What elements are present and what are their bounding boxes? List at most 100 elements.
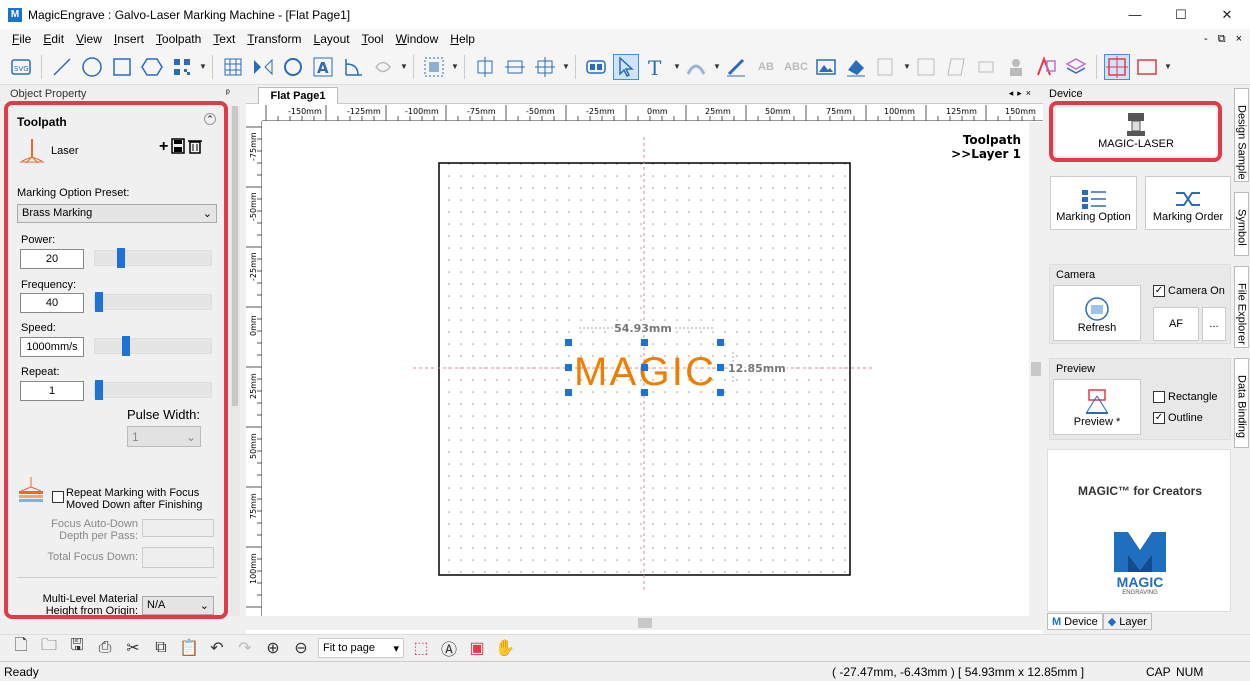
menu-tool[interactable]: Tool [356,32,390,46]
repeat-focus-checkbox[interactable] [52,491,64,503]
power-slider[interactable] [94,248,212,268]
tab-symbol[interactable]: Symbol [1234,192,1249,256]
menu-edit[interactable]: Edit [37,32,70,46]
add-icon[interactable]: + [159,138,168,159]
menu-toolpath[interactable]: Toolpath [150,32,207,46]
pointer-icon[interactable] [613,53,639,80]
vector-icon[interactable] [1033,54,1059,80]
qrcode-icon[interactable] [169,54,195,80]
cut-icon[interactable] [913,54,939,80]
speed-slider[interactable] [94,336,212,356]
pen-icon[interactable] [723,54,749,80]
chevron-down-icon[interactable]: ▼ [673,62,681,71]
window-icon[interactable] [1134,54,1160,80]
repeat-slider[interactable] [94,380,212,400]
layers-icon[interactable] [1063,54,1089,80]
multilevel-select[interactable]: N/A ⌄ [142,596,214,615]
outline-checkbox[interactable]: ✓ [1153,412,1165,424]
preset-select[interactable]: Brass Marking ⌄ [17,204,217,223]
zoom-text-icon[interactable]: Ⓐ [438,636,460,660]
chevron-down-icon[interactable]: ▼ [199,62,207,71]
device-button[interactable]: MAGIC-LASER [1056,108,1216,156]
left-panel-scrollbar[interactable] [230,106,240,616]
menu-transform[interactable]: Transform [241,32,307,46]
abc-icon[interactable]: ABC [783,54,809,80]
menu-file[interactable]: File [6,32,37,46]
menu-text[interactable]: Text [207,32,241,46]
rect-icon[interactable] [109,54,135,80]
paste-icon[interactable]: 📋 [178,638,200,658]
group-icon[interactable] [583,54,609,80]
canvas-vertical-scrollbar[interactable] [1029,122,1043,616]
speed-slider-thumb[interactable] [122,336,130,356]
mdi-minimize-button[interactable]: - [1204,33,1208,45]
frequency-slider[interactable] [94,292,212,312]
menu-help[interactable]: Help [444,32,481,46]
crosshair-icon[interactable] [1104,53,1130,80]
chevron-down-icon[interactable]: ▼ [562,62,570,71]
rotate-icon[interactable] [280,54,306,80]
new-file-icon[interactable]: 🗋 [10,634,32,661]
path-icon[interactable] [683,54,709,80]
marking-option-button[interactable]: Marking Option [1050,176,1137,230]
repeat-input[interactable]: 1 [20,381,84,401]
tab-device[interactable]: M Device [1047,613,1103,630]
person-icon[interactable] [1003,54,1029,80]
grid-icon[interactable] [220,54,246,80]
pin-icon[interactable]: ᵖ [226,88,230,99]
marking-order-button[interactable]: Marking Order [1145,176,1231,230]
total-focus-input[interactable] [142,547,214,568]
text-icon[interactable]: T [643,54,669,80]
power-slider-thumb[interactable] [116,248,125,268]
align-center-icon[interactable] [502,54,528,80]
undo-icon[interactable]: ↶ [206,638,228,658]
save-icon[interactable]: 🖫 [66,634,88,661]
minimize-button[interactable]: — [1112,0,1158,29]
pulse-width-select[interactable]: 1 ⌄ [127,426,201,447]
zoom-in-icon[interactable]: ⊕ [262,638,284,658]
save-icon[interactable] [171,138,186,159]
rectangle-checkbox[interactable] [1153,391,1165,403]
chevron-down-icon[interactable]: ▼ [903,62,911,71]
zoom-selection-icon[interactable]: ⬚ [410,638,432,658]
delete-icon[interactable] [188,138,203,159]
cut-icon[interactable]: ✂ [122,638,144,658]
eraser-icon[interactable] [843,54,869,80]
copy-icon[interactable]: ⧉ [150,639,172,657]
menu-insert[interactable]: Insert [108,32,150,46]
design-canvas[interactable]: Toolpath >>Layer 1 54.93mm 12.85mm MAGIC [263,122,1029,616]
tab-nav-icon[interactable]: ◂▸× [1009,88,1035,99]
text-a-icon[interactable]: A [310,54,336,80]
mirror-icon[interactable] [250,54,276,80]
circle-icon[interactable] [79,54,105,80]
zoom-select[interactable]: Fit to page ▾ [318,637,404,658]
chevron-down-icon[interactable]: ▼ [1164,62,1172,71]
chevron-down-icon[interactable]: ▼ [713,62,721,71]
repeat-slider-thumb[interactable] [95,380,103,400]
open-folder-icon[interactable]: 🗀 [38,634,60,661]
menu-view[interactable]: View [70,32,108,46]
tab-layer[interactable]: ◆ Layer [1102,613,1152,630]
frame-icon[interactable] [943,54,969,80]
pan-hand-icon[interactable]: ✋ [494,638,516,658]
zoom-fit-icon[interactable]: ▣ [466,638,488,658]
menu-window[interactable]: Window [390,32,445,46]
frequency-input[interactable]: 40 [20,293,84,313]
image-icon[interactable] [813,54,839,80]
canvas-horizontal-scrollbar[interactable] [246,616,1043,630]
line-icon[interactable] [49,54,75,80]
close-button[interactable]: ✕ [1204,0,1250,29]
tab-flat-page1[interactable]: Flat Page1 [258,87,338,104]
arc-icon[interactable] [340,54,366,80]
refresh-button[interactable]: Refresh [1053,285,1141,341]
align-left-icon[interactable] [472,54,498,80]
array-icon[interactable] [421,54,447,80]
tab-data-binding[interactable]: Data Binding [1234,358,1249,448]
ab-icon[interactable]: AB [753,54,779,80]
af-button[interactable]: AF [1153,307,1199,341]
print-icon[interactable]: ⎙ [94,639,116,657]
power-input[interactable]: 20 [20,249,84,269]
zoom-out-icon[interactable]: ⊖ [290,638,312,658]
mdi-close-button[interactable]: × [1236,33,1242,45]
frequency-slider-thumb[interactable] [95,292,103,312]
